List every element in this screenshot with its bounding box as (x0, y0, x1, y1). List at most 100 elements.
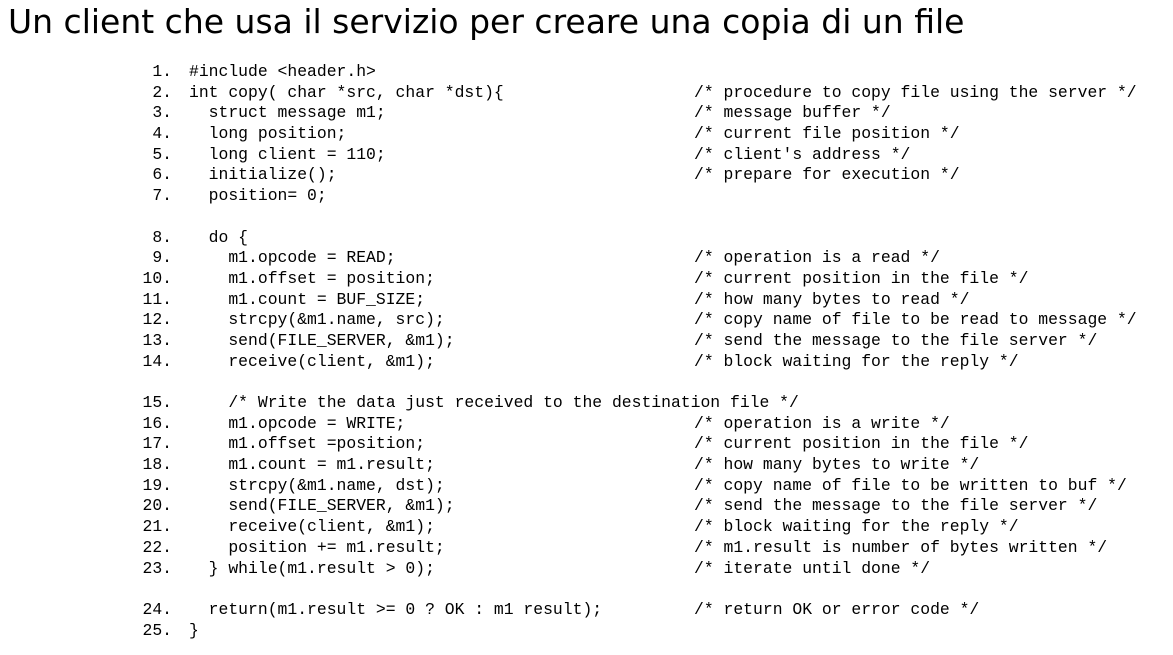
line-number: 16. (142, 413, 172, 433)
line-number: 12. (142, 310, 172, 330)
line-number: 15. (142, 393, 172, 412)
code-text: m1.offset =position; (189, 434, 426, 454)
code-listing: 1. #include <header.h> 2. int copy( char *s… (0, 62, 1173, 641)
code-text: m1.opcode = WRITE; (189, 413, 406, 433)
code-comment: /* current position in the file */ (694, 268, 1029, 288)
line-number: 21. (142, 517, 172, 537)
code-line: 8. do { (0, 228, 1173, 249)
code-line: 16. m1.opcode = WRITE; /* operation is a … (0, 414, 1173, 435)
line-number: 20. (142, 496, 172, 516)
line-number: 17. (142, 434, 172, 454)
code-text: struct message m1; (189, 103, 386, 123)
code-line: 2. int copy( char *src, char *dst){ /* pro… (0, 83, 1173, 104)
code-comment: /* m1.result is number of bytes written … (694, 537, 1108, 557)
code-text: int copy( char *src, char *dst){ (189, 82, 504, 102)
code-line: 4. long position; /* current file positio… (0, 124, 1173, 145)
code-comment: /* return OK or error code */ (694, 599, 980, 619)
code-comment: /* how many bytes to write */ (694, 455, 980, 475)
code-comment: /* operation is a write */ (694, 413, 950, 433)
code-comment: /* send the message to the file server *… (694, 496, 1098, 516)
line-number: 23. (142, 558, 172, 578)
code-text: strcpy(&m1.name, src); (189, 310, 445, 330)
code-text: m1.count = m1.result; (189, 455, 435, 475)
code-line: 5. long client = 110; /* client's address… (0, 145, 1173, 166)
code-text: receive(client, &m1); (189, 351, 435, 371)
line-number: 4. (152, 124, 172, 144)
code-comment: /* how many bytes to read */ (694, 289, 970, 309)
code-text: return(m1.result >= 0 ? OK : m1 result); (189, 599, 603, 619)
code-line: 19. strcpy(&m1.name, dst); /* copy name o… (0, 476, 1173, 497)
code-comment: /* client's address */ (694, 144, 911, 164)
line-number: 13. (142, 330, 172, 350)
code-line: 17. m1.offset =position; /* current posit… (0, 434, 1173, 455)
code-line: 18. m1.count = m1.result; /* how many byt… (0, 455, 1173, 476)
code-text: do { (189, 227, 249, 247)
line-number: 5. (152, 144, 172, 164)
code-line: 12. strcpy(&m1.name, src); /* copy name o… (0, 310, 1173, 331)
line-number: 8. (152, 227, 172, 247)
line-number: 19. (142, 475, 172, 495)
line-number: 11. (142, 289, 172, 309)
code-line: 7. position= 0; (0, 186, 1173, 207)
code-text: position= 0; (189, 186, 327, 206)
code-text: #include <header.h> (189, 62, 376, 81)
line-number: 24. (142, 599, 172, 619)
code-text: receive(client, &m1); (189, 517, 435, 537)
code-text: long client = 110; (189, 144, 386, 164)
code-comment: /* prepare for execution */ (694, 165, 960, 185)
line-number: 18. (142, 455, 172, 475)
code-text: } while(m1.result > 0); (189, 558, 435, 578)
code-text: m1.opcode = READ; (189, 248, 396, 268)
code-comment: /* block waiting for the reply */ (694, 351, 1019, 371)
line-number: 14. (142, 351, 172, 371)
code-text: send(FILE_SERVER, &m1); (189, 330, 455, 350)
code-line: 23. } while(m1.result > 0); /* iterate un… (0, 559, 1173, 580)
code-line: 11. m1.count = BUF_SIZE; /* how many byte… (0, 290, 1173, 311)
code-line: 1. #include <header.h> (0, 62, 1173, 83)
code-line: 20. send(FILE_SERVER, &m1); /* send the m… (0, 496, 1173, 517)
code-line: 25.} (0, 621, 1173, 642)
line-number: 25. (142, 620, 172, 640)
line-number: 1. (152, 62, 172, 81)
code-text: /* Write the data just received to the d… (189, 393, 799, 412)
code-line: 24. return(m1.result >= 0 ? OK : m1 resu… (0, 600, 1173, 621)
code-comment: /* block waiting for the reply */ (694, 517, 1019, 537)
code-comment: /* send the message to the file server *… (694, 330, 1098, 350)
code-comment: /* current position in the file */ (694, 434, 1029, 454)
code-text: strcpy(&m1.name, dst); (189, 475, 445, 495)
code-line: 13. send(FILE_SERVER, &m1); /* send the m… (0, 331, 1173, 352)
code-text: } (189, 620, 199, 640)
code-text: long position; (189, 124, 347, 144)
code-comment: /* operation is a read */ (694, 248, 940, 268)
code-text: m1.count = BUF_SIZE; (189, 289, 426, 309)
slide-title: Un client che usa il servizio per creare… (8, 2, 965, 41)
line-number: 10. (142, 268, 172, 288)
code-comment: /* procedure to copy file using the serv… (694, 82, 1137, 102)
code-text: initialize(); (189, 165, 337, 185)
line-number: 22. (142, 537, 172, 557)
code-line: 14. receive(client, &m1); /* block waitin… (0, 352, 1173, 373)
code-line: 21. receive(client, &m1); /* block waitin… (0, 517, 1173, 538)
code-comment: /* iterate until done */ (694, 558, 931, 578)
code-line: 10. m1.offset = position; /* current posi… (0, 269, 1173, 290)
code-line: 6. initialize(); /* prepare for execution… (0, 165, 1173, 186)
line-number: 3. (152, 103, 172, 123)
code-comment: /* copy name of file to be read to messa… (694, 310, 1137, 330)
code-comment: /* current file position */ (694, 124, 960, 144)
line-number: 6. (152, 165, 172, 185)
code-text: m1.offset = position; (189, 268, 435, 288)
code-line: 15. /* Write the data just received to t… (0, 393, 1173, 414)
code-comment: /* message buffer */ (694, 103, 891, 123)
line-number: 7. (152, 186, 172, 206)
code-line: 3. struct message m1; /* message buffer *… (0, 103, 1173, 124)
code-line: 9. m1.opcode = READ; /* operation is a re… (0, 248, 1173, 269)
line-number: 2. (152, 82, 172, 102)
code-line: 22. position += m1.result; /* m1.result i… (0, 538, 1173, 559)
code-text: position += m1.result; (189, 537, 445, 557)
code-comment: /* copy name of file to be written to bu… (694, 475, 1127, 495)
line-number: 9. (152, 248, 172, 268)
code-text: send(FILE_SERVER, &m1); (189, 496, 455, 516)
